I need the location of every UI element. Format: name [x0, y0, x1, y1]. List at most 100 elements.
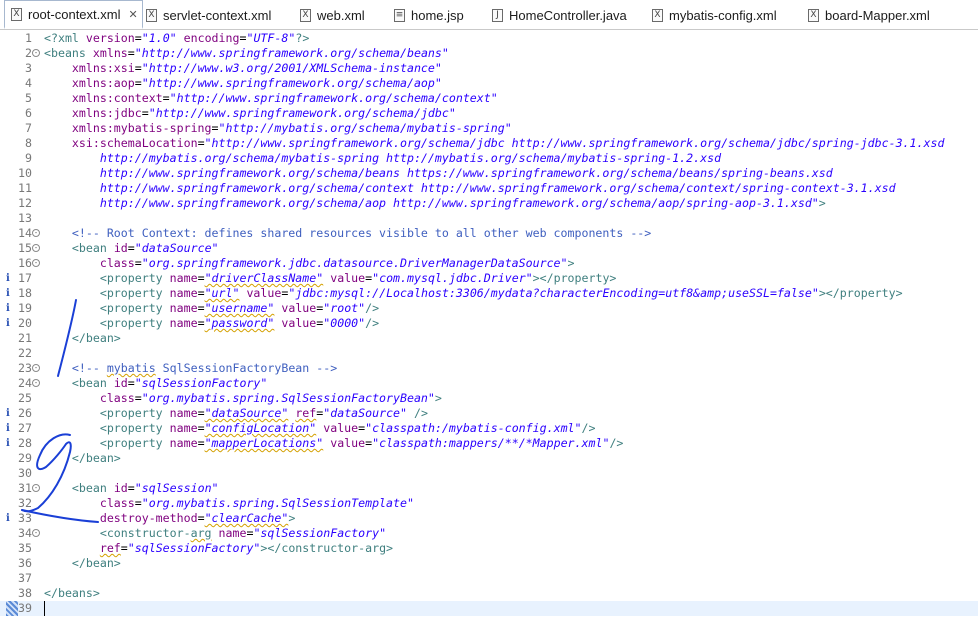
token-val: "http://www.w3.org/2001/XMLSchema-instan…	[141, 61, 442, 75]
token-tag: >	[567, 256, 575, 270]
code-text: <property name="username" value="root"/>	[44, 301, 379, 316]
token-com: mybatis	[106, 361, 156, 375]
code-line[interactable]: 8 xsi:schemaLocation="http://www.springf…	[0, 136, 978, 151]
code-line[interactable]: 5 xmlns:context="http://www.springframew…	[0, 91, 978, 106]
code-line[interactable]: 1 <?xml version="1.0" encoding="UTF-8"?>	[0, 31, 978, 46]
code-line[interactable]: i 20 <property name="password" value="000…	[0, 316, 978, 331]
token-tag: />	[581, 421, 596, 435]
fold-toggle-icon[interactable]: -	[32, 484, 40, 492]
code-line[interactable]: 38 </beans>	[0, 586, 978, 601]
token-com: SqlSessionFactoryBean -->	[155, 361, 338, 375]
tab-mybatis-config-xml[interactable]: Xmybatis-config.xml	[652, 0, 777, 30]
token-val: "configLocation"	[204, 421, 317, 435]
code-line[interactable]: 6 xmlns:jdbc="http://www.springframework…	[0, 106, 978, 121]
token-txt: =	[211, 121, 219, 135]
info-marker-icon[interactable]: i	[6, 316, 14, 331]
token-tag: />	[414, 406, 428, 420]
tab-homecontroller-java[interactable]: J HomeController.java	[492, 0, 627, 30]
code-line[interactable]: 22	[0, 346, 978, 361]
token-val: "http://www.springframework.org/schema/c…	[169, 91, 498, 105]
token-tag: >	[288, 511, 296, 525]
code-line[interactable]: i 27 <property name="configLocation" valu…	[0, 421, 978, 436]
token-attr: xmlns:context	[71, 91, 163, 105]
info-marker-icon[interactable]: i	[6, 436, 14, 451]
code-line[interactable]: 12 http://www.springframework.org/schema…	[0, 196, 978, 211]
code-line[interactable]: 7 xmlns:mybatis-spring="http://mybatis.o…	[0, 121, 978, 136]
code-text: destroy-method="clearCache">	[44, 511, 295, 526]
code-line[interactable]: 9 http://mybatis.org/schema/mybatis-spri…	[0, 151, 978, 166]
code-line[interactable]: 23- <!-- mybatis SqlSessionFactoryBean -…	[0, 361, 978, 376]
tab-home-jsp[interactable]: ≡ home.jsp	[394, 0, 464, 30]
code-line[interactable]: 15- <bean id="dataSource"	[0, 241, 978, 256]
fold-toggle-icon[interactable]: -	[32, 259, 40, 267]
token-txt: =	[197, 511, 205, 525]
code-line[interactable]: 14- <!-- Root Context: defines shared re…	[0, 226, 978, 241]
fold-toggle-icon[interactable]: -	[32, 529, 40, 537]
token-val: "username"	[204, 301, 275, 315]
code-line[interactable]: 32 class="org.mybatis.spring.SqlSessionT…	[0, 496, 978, 511]
tab-servlet-context-xml[interactable]: Xservlet-context.xml	[146, 0, 271, 30]
info-marker-icon[interactable]: i	[6, 406, 14, 421]
fold-toggle-icon[interactable]: -	[32, 49, 40, 57]
tab-label: servlet-context.xml	[163, 7, 272, 23]
code-text: http://www.springframework.org/schema/be…	[44, 166, 833, 181]
info-marker-icon[interactable]: i	[6, 421, 14, 436]
token-val: "root"	[323, 301, 366, 315]
code-line[interactable]: 25 class="org.mybatis.spring.SqlSessionF…	[0, 391, 978, 406]
xml-file-icon: X	[11, 7, 22, 21]
token-val: "http://www.springframework.org/schema/b…	[134, 46, 449, 60]
code-line[interactable]: 35 ref="sqlSessionFactory"></constructor…	[0, 541, 978, 556]
code-line[interactable]: i 18 <property name="url" value="jdbc:mys…	[0, 286, 978, 301]
info-marker-icon[interactable]: i	[6, 301, 14, 316]
close-icon[interactable]: ✕	[128, 8, 137, 21]
token-txt: =	[127, 481, 135, 495]
code-line[interactable]: 29 </bean>	[0, 451, 978, 466]
info-marker-icon[interactable]: i	[6, 286, 14, 301]
line-number: 39	[18, 601, 32, 615]
info-marker-icon[interactable]: i	[6, 271, 14, 286]
line-number: 38	[18, 586, 32, 600]
code-editor[interactable]: 1 <?xml version="1.0" encoding="UTF-8"?> 2…	[0, 31, 978, 624]
code-line[interactable]: i 17 <property name="driverClassName" val…	[0, 271, 978, 286]
info-marker-icon[interactable]: i	[6, 511, 14, 526]
code-line[interactable]: 21 </bean>	[0, 331, 978, 346]
code-line[interactable]: 16- class="org.springframework.jdbc.data…	[0, 256, 978, 271]
tab-web-xml[interactable]: Xweb.xml	[300, 0, 365, 30]
code-line[interactable]: 4 xmlns:aop="http://www.springframework.…	[0, 76, 978, 91]
tab-board-mapper-xml[interactable]: Xboard-Mapper.xml	[808, 0, 930, 30]
code-line[interactable]: 36 </bean>	[0, 556, 978, 571]
token-attr: encoding	[183, 31, 240, 45]
code-line[interactable]: 11 http://www.springframework.org/schema…	[0, 181, 978, 196]
fold-toggle-icon[interactable]: -	[32, 244, 40, 252]
token-txt: =	[197, 316, 205, 330]
code-line[interactable]: 30	[0, 466, 978, 481]
code-line[interactable]: 39	[0, 601, 978, 616]
code-line[interactable]: i 28 <property name="mapperLocations" val…	[0, 436, 978, 451]
code-line[interactable]: i 33 destroy-method="clearCache">	[0, 511, 978, 526]
code-line[interactable]: 31- <bean id="sqlSession"	[0, 481, 978, 496]
token-txt: =	[141, 106, 149, 120]
code-line[interactable]: 2- <beans xmlns="http://www.springframewo…	[0, 46, 978, 61]
code-line[interactable]: 34- <constructor-arg name="sqlSessionFac…	[0, 526, 978, 541]
code-line[interactable]: i 26 <property name="dataSource" ref="dat…	[0, 406, 978, 421]
code-line[interactable]: 3 xmlns:xsi="http://www.w3.org/2001/XMLS…	[0, 61, 978, 76]
line-number: 27	[18, 421, 32, 435]
code-line[interactable]: 24- <bean id="sqlSessionFactory"	[0, 376, 978, 391]
code-line[interactable]: 37	[0, 571, 978, 586]
fold-toggle-icon[interactable]: -	[32, 229, 40, 237]
fold-toggle-icon[interactable]: -	[32, 364, 40, 372]
token-val: "http://mybatis.org/schema/mybatis-sprin…	[218, 121, 512, 135]
line-number: 13	[18, 211, 32, 225]
code-line[interactable]: i 19 <property name="username" value="roo…	[0, 301, 978, 316]
tab-root-context-xml[interactable]: Xroot-context.xml ✕	[4, 0, 143, 29]
code-line[interactable]: 10 http://www.springframework.org/schema…	[0, 166, 978, 181]
code-line[interactable]: 13	[0, 211, 978, 226]
fold-toggle-icon[interactable]: -	[32, 379, 40, 387]
token-val: "dataSource"	[204, 406, 289, 420]
line-number: 21	[18, 331, 32, 345]
